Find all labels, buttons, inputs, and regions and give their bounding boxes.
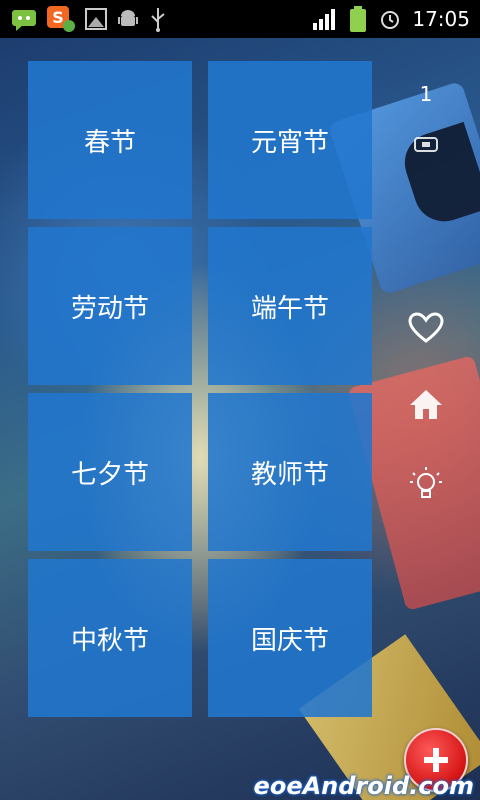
page-count[interactable]: 1: [408, 78, 444, 110]
sms-icon: [10, 6, 38, 32]
card-icon[interactable]: [408, 128, 444, 160]
tile-lantern-festival[interactable]: 元宵节: [208, 61, 372, 219]
tile-labor-day[interactable]: 劳动节: [28, 227, 192, 385]
usb-icon: [148, 6, 168, 32]
clock-time: 17:05: [412, 7, 470, 31]
battery-icon: [348, 5, 368, 33]
plus-icon: [424, 748, 448, 772]
sogou-input-icon: S: [46, 5, 76, 33]
svg-text:S: S: [52, 8, 64, 27]
heart-icon[interactable]: [404, 308, 448, 348]
tile-spring-festival[interactable]: 春节: [28, 61, 192, 219]
android-icon: [116, 7, 140, 31]
alarm-icon: [378, 7, 402, 31]
page-count-number: 1: [419, 82, 433, 106]
watermark: eoeAndroid.com: [253, 772, 474, 800]
lightbulb-icon[interactable]: [404, 464, 448, 504]
tile-qixi-festival[interactable]: 七夕节: [28, 393, 192, 551]
tile-teachers-day[interactable]: 教师节: [208, 393, 372, 551]
home-icon[interactable]: [404, 384, 448, 424]
image-icon: [84, 7, 108, 31]
signal-icon: [312, 7, 338, 31]
tile-dragon-boat-festival[interactable]: 端午节: [208, 227, 372, 385]
status-bar: S 17:05: [0, 0, 480, 38]
tile-national-day[interactable]: 国庆节: [208, 559, 372, 717]
tile-mid-autumn-festival[interactable]: 中秋节: [28, 559, 192, 717]
